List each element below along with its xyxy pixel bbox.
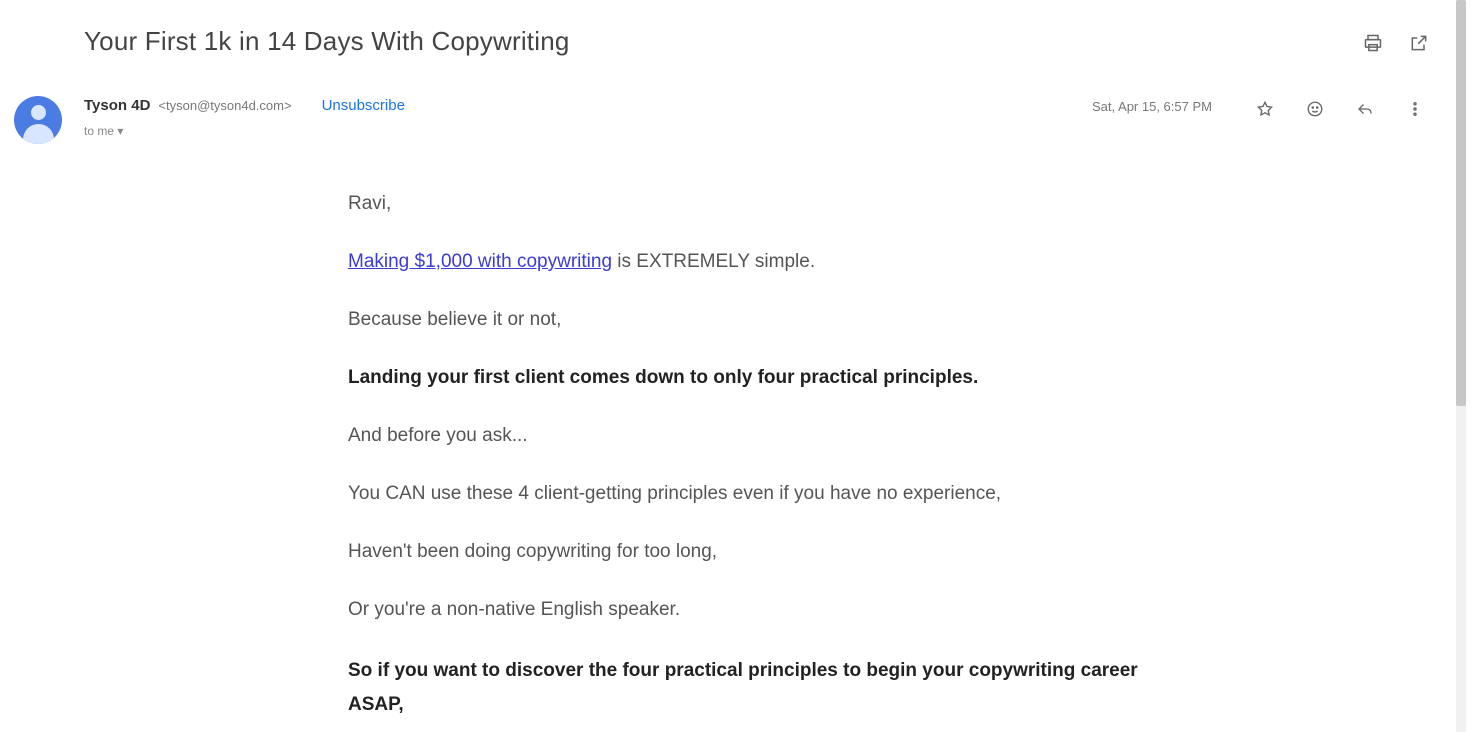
message-date: Sat, Apr 15, 6:57 PM [1092, 99, 1212, 114]
star-icon[interactable] [1252, 96, 1278, 122]
body-paragraph: Haven't been doing copywriting for too l… [348, 541, 718, 562]
top-actions [1360, 30, 1432, 56]
body-paragraph-bold: Landing your first client comes down to … [348, 367, 979, 388]
body-paragraph: Making $1,000 with copywriting is EXTREM… [348, 248, 1168, 276]
open-in-new-window-icon[interactable] [1406, 30, 1432, 56]
more-options-icon[interactable] [1402, 96, 1428, 122]
sender-email: <tyson@tyson4d.com> [158, 98, 292, 113]
body-paragraph: And before you ask... [348, 425, 528, 446]
sender-name: Tyson 4D [84, 97, 151, 114]
body-text-fragment: is EXTREMELY simple. [612, 251, 816, 272]
emoji-icon[interactable] [1302, 96, 1328, 122]
email-subject: Your First 1k in 14 Days With Copywritin… [84, 26, 570, 56]
body-paragraph: Because believe it or not, [348, 309, 562, 330]
unsubscribe-link[interactable]: Unsubscribe [322, 97, 405, 114]
copywriting-link[interactable]: Making $1,000 with copywriting [348, 251, 612, 272]
recipient-details-toggle[interactable]: to me ▾ [84, 124, 123, 138]
body-paragraph: Or you're a non-native English speaker. [348, 599, 681, 620]
sender-avatar [14, 96, 62, 144]
scrollbar-thumb[interactable] [1456, 0, 1466, 406]
reply-icon[interactable] [1352, 96, 1378, 122]
body-paragraph-bold: So if you want to discover the four prac… [348, 660, 1138, 715]
message-actions [1252, 96, 1428, 122]
body-paragraph: You CAN use these 4 client-getting princ… [348, 483, 1002, 504]
email-body: Ravi, Making $1,000 with copywriting is … [348, 190, 1168, 722]
sender-line: Tyson 4D <tyson@tyson4d.com> Unsubscribe [84, 97, 405, 114]
greeting: Ravi, [348, 193, 392, 214]
print-icon[interactable] [1360, 30, 1386, 56]
